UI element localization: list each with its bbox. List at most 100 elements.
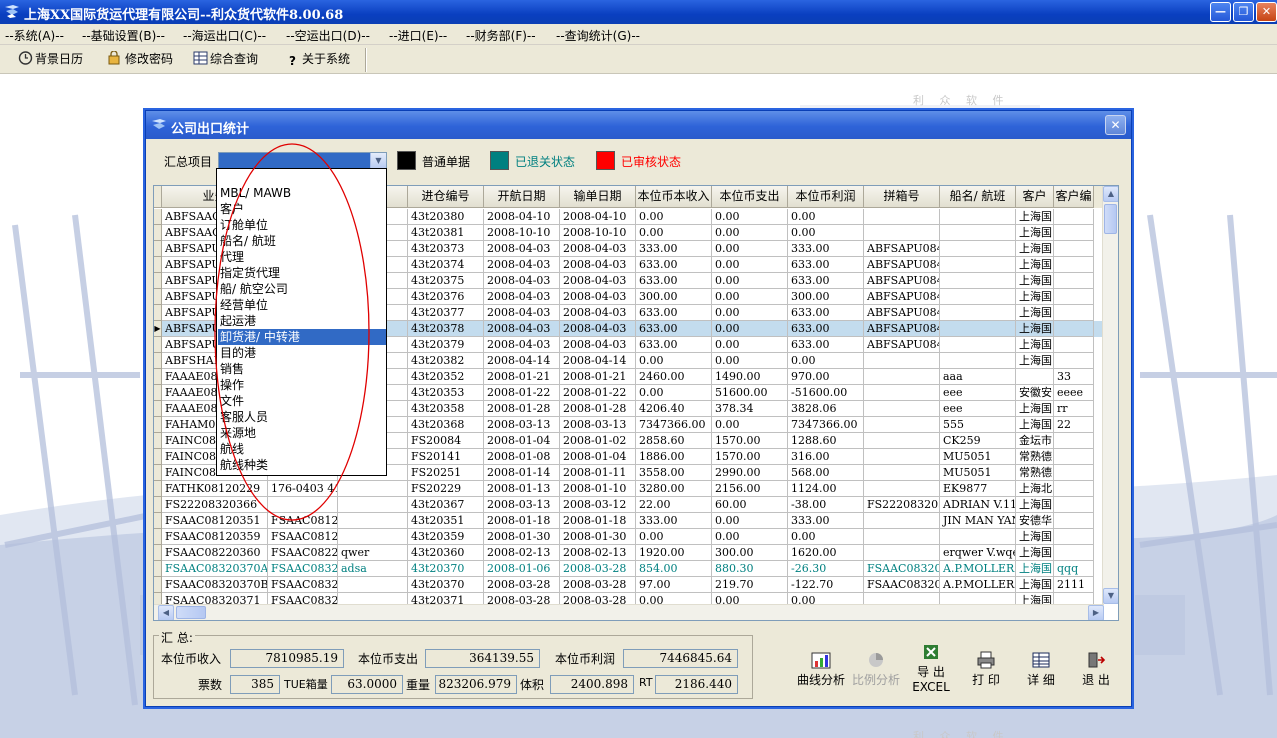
row-indicator[interactable] [154,257,162,273]
scroll-left-icon[interactable]: ◀ [158,605,174,620]
table-cell: 上海国 [1016,577,1054,593]
scroll-right-icon[interactable]: ▶ [1088,605,1104,620]
row-indicator[interactable] [154,481,162,497]
dropdown-option[interactable]: 客户 [218,201,386,217]
row-indicator[interactable] [154,305,162,321]
ratio-analysis-button[interactable]: 比例分析 [846,651,906,695]
export-excel-button[interactable]: 导 出 EXCEL [901,643,961,694]
app-titlebar: 上海XX国际货运代理有限公司--利众货代软件8.00.68 — ❐ ✕ [0,0,1277,24]
dropdown-option[interactable]: 卸货港/ 中转港 [218,329,386,345]
minimize-button[interactable]: — [1210,2,1231,22]
dropdown-option[interactable]: 航线 [218,441,386,457]
row-indicator[interactable] [154,385,162,401]
restore-button[interactable]: ❐ [1233,2,1254,22]
table-cell: 2008-02-13 [560,545,636,561]
scroll-up-icon[interactable]: ▲ [1103,186,1118,202]
row-indicator[interactable]: ▶ [154,321,162,337]
menu-sea-export[interactable]: --海运出口(C)-- [183,27,266,44]
dropdown-option[interactable]: 代理 [218,249,386,265]
about-button[interactable]: ? 关于系统 [285,50,350,69]
table-row[interactable]: FSAAC08120359FSAAC081203543t203592008-01… [154,529,1104,545]
row-indicator[interactable] [154,401,162,417]
column-header[interactable]: 本位币利润 [788,186,864,208]
table-row[interactable]: FATHK08120229176-0403 418FS202292008-01-… [154,481,1104,497]
table-cell: 633.00 [636,273,712,289]
table-row[interactable]: FSAAC08120351FSAAC081203543t203512008-01… [154,513,1104,529]
row-indicator[interactable] [154,289,162,305]
table-cell: 上海国 [1016,273,1054,289]
dropdown-option[interactable]: 船名/ 航班 [218,233,386,249]
menu-air-export[interactable]: --空运出口(D)-- [286,27,370,44]
row-indicator[interactable] [154,241,162,257]
combined-query-button[interactable]: 综合查询 [193,50,258,69]
table-row[interactable]: FS22208320366 43t20367 2008-03-13 2008-03-1… [154,497,1104,513]
dropdown-option[interactable]: 船/ 航空公司 [218,281,386,297]
column-header[interactable]: 输单日期 [560,186,636,208]
dropdown-option[interactable]: 客服人员 [218,409,386,425]
table-row[interactable]: FSAAC08220360FSAAC0822036qwer43t20360200… [154,545,1104,561]
row-indicator[interactable] [154,273,162,289]
detail-button[interactable]: 详 细 [1011,651,1071,695]
dropdown-option[interactable]: 经营单位 [218,297,386,313]
dropdown-option[interactable]: 指定货代理 [218,265,386,281]
column-header[interactable]: 本位币支出 [712,186,788,208]
column-header[interactable]: 本位币本收入 [636,186,712,208]
menu-query-stats[interactable]: --查询统计(G)-- [556,27,640,44]
column-header[interactable]: 开航日期 [484,186,560,208]
row-indicator[interactable] [154,465,162,481]
table-cell: 上海国 [1016,209,1054,225]
table-row[interactable]: FSAAC08320370BFSAAC083203743t203702008-0… [154,577,1104,593]
row-indicator[interactable] [154,433,162,449]
row-indicator[interactable] [154,369,162,385]
dropdown-option[interactable]: 销售 [218,361,386,377]
horizontal-scroll-thumb[interactable] [176,606,206,619]
menu-finance[interactable]: --财务部(F)-- [466,27,536,44]
column-header[interactable]: 进仓编号 [408,186,484,208]
table-row[interactable]: FSAAC08320370AFSAAC0832037adsa43t2037020… [154,561,1104,577]
dropdown-option[interactable]: 航线种类 [218,457,386,473]
dropdown-option[interactable]: 操作 [218,377,386,393]
chevron-down-icon[interactable]: ▼ [370,153,386,168]
dropdown-option[interactable]: 文件 [218,393,386,409]
calendar-button[interactable]: 背景日历 [18,50,83,69]
row-indicator[interactable] [154,577,162,593]
printer-icon [977,651,995,669]
vertical-scrollbar[interactable]: ▲ ▼ [1102,186,1118,604]
column-header[interactable]: 船名/ 航班 [940,186,1016,208]
menu-import[interactable]: --进口(E)-- [389,27,447,44]
row-indicator[interactable] [154,225,162,241]
row-indicator[interactable] [154,353,162,369]
dropdown-option[interactable]: 起运港 [218,313,386,329]
scroll-down-icon[interactable]: ▼ [1103,588,1118,604]
row-indicator[interactable] [154,209,162,225]
row-indicator[interactable] [154,529,162,545]
menu-basic-settings[interactable]: --基础设置(B)-- [82,27,165,44]
dropdown-option[interactable]: 目的港 [218,345,386,361]
print-button[interactable]: 打 印 [956,651,1016,695]
dropdown-option[interactable]: 订舱单位 [218,217,386,233]
row-indicator[interactable] [154,337,162,353]
close-button[interactable]: ✕ [1256,2,1277,22]
group-by-dropdown-list[interactable]: MBL/ MAWB 客户 订舱单位 船名/ 航班 代理 指定货代理 船/ 航空公司 经营单位起… [216,168,387,476]
column-header[interactable]: 拼箱号 [864,186,940,208]
group-by-select[interactable]: ▼ [218,152,387,169]
curve-analysis-button[interactable]: 曲线分析 [791,651,851,695]
column-header[interactable]: 客户 [1016,186,1054,208]
row-indicator[interactable] [154,417,162,433]
row-indicator[interactable] [154,561,162,577]
dropdown-option[interactable]: MBL/ MAWB [218,185,386,201]
exit-button[interactable]: 退 出 [1066,651,1126,695]
dropdown-option[interactable]: 来源地 [218,425,386,441]
table-cell [1054,481,1094,497]
menu-system[interactable]: --系统(A)-- [5,27,64,44]
row-indicator[interactable] [154,545,162,561]
horizontal-scrollbar[interactable]: ◀ ▶ [154,604,1104,620]
vertical-scroll-thumb[interactable] [1104,204,1117,234]
dialog-close-button[interactable]: ✕ [1105,115,1126,135]
table-cell [1054,337,1094,353]
row-indicator[interactable] [154,497,162,513]
column-header[interactable]: 客户编 [1054,186,1094,208]
row-indicator[interactable] [154,449,162,465]
row-indicator[interactable] [154,513,162,529]
change-password-button[interactable]: 修改密码 [108,50,173,69]
